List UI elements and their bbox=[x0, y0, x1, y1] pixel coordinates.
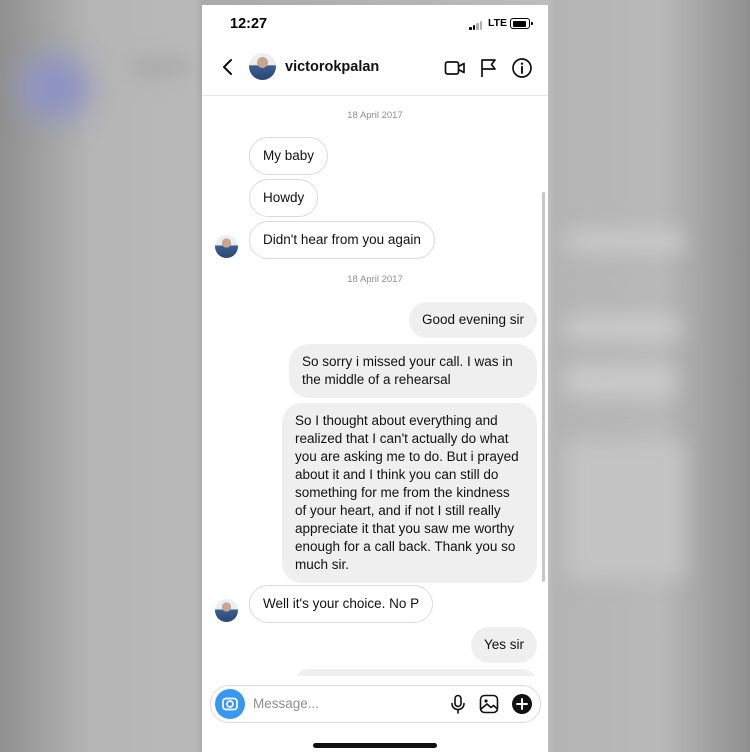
video-call-icon[interactable] bbox=[444, 57, 466, 79]
status-time: 12:27 bbox=[230, 16, 268, 32]
message-thread[interactable]: 18 April 2017 My baby Howdy Didn't hear … bbox=[202, 96, 548, 676]
date-divider: 18 April 2017 bbox=[347, 110, 403, 121]
outgoing-message[interactable]: Yes sir bbox=[470, 627, 537, 663]
profile-avatar[interactable] bbox=[249, 53, 276, 80]
message-input[interactable]: Message... bbox=[253, 696, 319, 711]
blurred-shape bbox=[565, 230, 685, 252]
incoming-message[interactable]: Well it's your choice. No P bbox=[249, 585, 434, 623]
blurred-shape bbox=[130, 60, 190, 74]
outgoing-message[interactable]: So sorry i missed your call. I was in th… bbox=[289, 344, 537, 398]
outgoing-message-partial[interactable] bbox=[294, 669, 537, 676]
outgoing-message[interactable]: So I thought about everything and realiz… bbox=[282, 403, 537, 583]
network-label: LTE bbox=[488, 17, 508, 29]
gallery-icon[interactable] bbox=[478, 693, 500, 715]
home-indicator[interactable] bbox=[313, 743, 437, 748]
blurred-avatar bbox=[20, 55, 90, 120]
incoming-message[interactable]: Didn't hear from you again bbox=[249, 221, 435, 259]
chat-header: victorokpalan bbox=[202, 45, 548, 96]
message-composer[interactable]: Message... bbox=[210, 685, 541, 723]
blurred-shape bbox=[565, 315, 680, 341]
outgoing-message[interactable]: Good evening sir bbox=[408, 302, 537, 338]
flag-icon[interactable] bbox=[478, 57, 500, 79]
date-divider: 18 April 2017 bbox=[347, 274, 403, 285]
camera-button[interactable] bbox=[215, 689, 245, 719]
phone-screen: 12:27 LTE victorokpalan 18 April 2017 My… bbox=[202, 5, 548, 752]
chat-username[interactable]: victorokpalan bbox=[285, 59, 379, 75]
incoming-message[interactable]: My baby bbox=[249, 137, 329, 175]
info-icon[interactable] bbox=[511, 57, 533, 79]
blurred-shape bbox=[565, 365, 675, 397]
blurred-shape bbox=[565, 440, 685, 580]
sender-avatar[interactable] bbox=[215, 599, 238, 622]
signal-icon bbox=[469, 21, 483, 30]
microphone-icon[interactable] bbox=[447, 693, 469, 715]
status-bar: 12:27 LTE bbox=[202, 5, 548, 45]
incoming-message[interactable]: Howdy bbox=[249, 179, 319, 217]
back-chevron-icon[interactable] bbox=[218, 55, 238, 79]
sender-avatar[interactable] bbox=[215, 235, 238, 258]
scrollbar[interactable] bbox=[542, 192, 545, 582]
plus-icon[interactable] bbox=[511, 693, 533, 715]
battery-icon bbox=[510, 18, 533, 29]
camera-icon bbox=[222, 697, 238, 711]
